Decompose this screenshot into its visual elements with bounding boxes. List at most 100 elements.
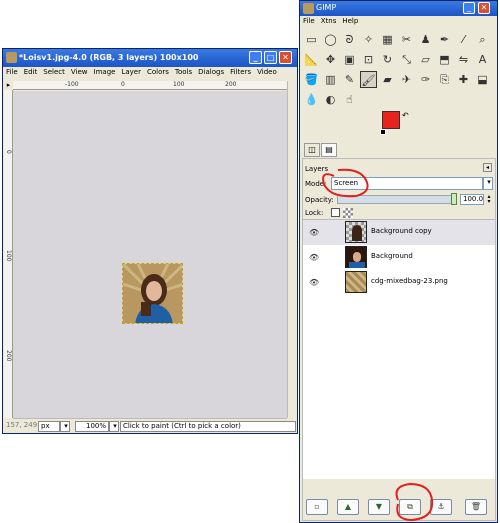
paths-tool-icon[interactable]: ✒: [436, 31, 453, 48]
ink-tool-icon[interactable]: ✑: [417, 71, 434, 88]
zoom-dropdown-icon[interactable]: ▾: [109, 421, 119, 432]
layer-row[interactable]: 👁 Background copy: [303, 220, 495, 245]
zoom-select[interactable]: 100%: [75, 421, 109, 432]
menu-layer[interactable]: Layer: [118, 67, 144, 77]
unit-dropdown-icon[interactable]: ▾: [60, 421, 70, 432]
image-canvas[interactable]: [13, 91, 287, 418]
bucket-fill-tool-icon[interactable]: 🪣: [303, 71, 320, 88]
gimp-wilber-icon: [303, 3, 314, 14]
unit-select[interactable]: px: [38, 421, 60, 432]
default-colors-icon[interactable]: [380, 129, 386, 135]
vertical-scrollbar[interactable]: [287, 81, 297, 418]
scale-tool-icon[interactable]: ⤡: [398, 51, 415, 68]
close-button[interactable]: ✕: [279, 51, 292, 64]
new-layer-button[interactable]: ▫: [306, 499, 328, 515]
visibility-eye-icon[interactable]: 👁: [309, 228, 319, 237]
menu-dialogs[interactable]: Dialogs: [195, 67, 227, 77]
swap-colors-icon[interactable]: ↶: [402, 111, 409, 120]
opacity-slider-handle[interactable]: [451, 193, 457, 205]
opacity-spin-icon[interactable]: ▴ ▾: [485, 194, 493, 205]
mode-select[interactable]: Screen: [331, 177, 483, 190]
ellipse-select-tool-icon[interactable]: ◯: [322, 31, 339, 48]
image-menubar: File Edit Select View Image Layer Colors Tools D…: [3, 67, 297, 79]
zoom-tool-icon[interactable]: ⌕: [474, 31, 491, 48]
minimize-button[interactable]: _: [249, 51, 262, 64]
rect-select-tool-icon[interactable]: ▭: [303, 31, 320, 48]
pencil-tool-icon[interactable]: ✎: [341, 71, 358, 88]
layer-thumbnail: [345, 271, 367, 293]
menu-tools[interactable]: Tools: [172, 67, 195, 77]
menu-file[interactable]: File: [300, 16, 318, 26]
layer-row[interactable]: 👁 Background: [303, 245, 495, 270]
menu-view[interactable]: View: [68, 67, 91, 77]
layer-photo[interactable]: [122, 263, 183, 324]
move-tool-icon[interactable]: ✥: [322, 51, 339, 68]
lock-pixels-checkbox[interactable]: [331, 208, 340, 217]
paintbrush-tool-icon[interactable]: 🖌: [360, 71, 377, 88]
menu-image[interactable]: Image: [91, 67, 119, 77]
menu-edit[interactable]: Edit: [21, 67, 41, 77]
ruler-label: 100: [5, 250, 12, 262]
raise-layer-button[interactable]: ▲: [337, 499, 359, 515]
foreground-select-tool-icon[interactable]: ♟: [417, 31, 434, 48]
menu-file[interactable]: File: [3, 67, 21, 77]
delete-layer-button[interactable]: 🗑: [465, 499, 487, 515]
free-select-tool-icon[interactable]: ᘐ: [341, 31, 358, 48]
align-tool-icon[interactable]: ▣: [341, 51, 358, 68]
close-button[interactable]: ✕: [478, 2, 490, 14]
clone-tool-icon[interactable]: ⎘: [436, 71, 453, 88]
blend-tool-icon[interactable]: ▥: [322, 71, 339, 88]
fg-bg-color-area[interactable]: ↶: [380, 111, 420, 145]
perspective-tool-icon[interactable]: ⬒: [436, 51, 453, 68]
quick-mask-corner-icon[interactable]: ▸: [4, 81, 13, 90]
measure-tool-icon[interactable]: 📐: [303, 51, 320, 68]
menu-filters[interactable]: Filters: [227, 67, 254, 77]
color-select-tool-icon[interactable]: ▦: [379, 31, 396, 48]
layer-name[interactable]: Background: [371, 252, 413, 260]
scissors-tool-icon[interactable]: ✂: [398, 31, 415, 48]
smudge-tool-icon[interactable]: ☝: [341, 91, 358, 108]
layers-heading: Layers: [305, 165, 329, 173]
menu-colors[interactable]: Colors: [144, 67, 172, 77]
menu-select[interactable]: Select: [40, 67, 68, 77]
status-message: Click to paint (Ctrl to pick a color): [120, 421, 296, 432]
mode-dropdown-icon[interactable]: ▾: [483, 177, 493, 190]
toolbox-titlebar[interactable]: GIMP _ ✕: [300, 1, 497, 16]
foreground-color-swatch[interactable]: [382, 111, 400, 129]
blur-tool-icon[interactable]: 💧: [303, 91, 320, 108]
flip-tool-icon[interactable]: ⇋: [455, 51, 472, 68]
layers-list: 👁 Background copy 👁 Background 👁 cdg-mix…: [303, 219, 495, 479]
visibility-eye-icon[interactable]: 👁: [309, 253, 319, 262]
opacity-input[interactable]: 100.0: [460, 194, 484, 205]
rotate-tool-icon[interactable]: ↻: [379, 51, 396, 68]
eraser-tool-icon[interactable]: ▰: [379, 71, 396, 88]
layer-row[interactable]: 👁 cdg-mixedbag-23.png: [303, 270, 495, 295]
dock-menu-icon[interactable]: ◂: [483, 163, 492, 172]
visibility-eye-icon[interactable]: 👁: [309, 278, 319, 287]
menu-xtns[interactable]: Xtns: [318, 16, 340, 26]
toolbox-title: GIMP: [316, 3, 337, 12]
dodge-burn-tool-icon[interactable]: ◐: [322, 91, 339, 108]
duplicate-layer-button[interactable]: ⧉: [399, 499, 421, 515]
menu-help[interactable]: Help: [339, 16, 361, 26]
minimize-button[interactable]: _: [463, 2, 475, 14]
tab-document-history[interactable]: ▤: [321, 143, 337, 157]
maximize-button[interactable]: □: [264, 51, 277, 64]
crop-tool-icon[interactable]: ⊡: [360, 51, 377, 68]
text-tool-icon[interactable]: A: [474, 51, 491, 68]
heal-tool-icon[interactable]: ✚: [455, 71, 472, 88]
anchor-layer-button[interactable]: ⚓: [430, 499, 452, 515]
lock-alpha-icon[interactable]: [343, 208, 353, 218]
perspective-clone-tool-icon[interactable]: ⬓: [474, 71, 491, 88]
color-picker-tool-icon[interactable]: ⁄: [455, 31, 472, 48]
image-window-titlebar[interactable]: *Loisv1.jpg-4.0 (RGB, 3 layers) 100x100 …: [3, 49, 297, 67]
opacity-slider[interactable]: [337, 195, 453, 204]
layer-name[interactable]: Background copy: [371, 227, 432, 235]
shear-tool-icon[interactable]: ▱: [417, 51, 434, 68]
layer-name[interactable]: cdg-mixedbag-23.png: [371, 277, 448, 285]
fuzzy-select-tool-icon[interactable]: ✧: [360, 31, 377, 48]
tab-layers[interactable]: ◫: [304, 143, 320, 157]
airbrush-tool-icon[interactable]: ✈: [398, 71, 415, 88]
menu-video[interactable]: Video: [254, 67, 280, 77]
lower-layer-button[interactable]: ▼: [368, 499, 390, 515]
